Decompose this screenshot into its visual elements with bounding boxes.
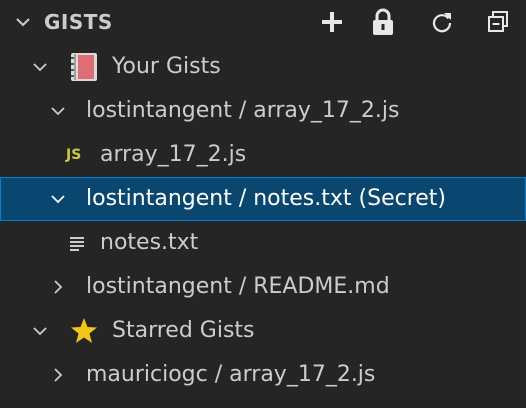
tree-item-gist-selected[interactable]: lostintangent / notes.txt (Secret) xyxy=(0,177,526,221)
refresh-icon xyxy=(432,13,452,33)
javascript-file-icon: JS xyxy=(66,147,82,163)
chevron-down-icon[interactable] xyxy=(48,189,68,209)
lock-icon xyxy=(373,8,393,35)
tree-item-gist[interactable]: mauriciogc / array_17_2.js xyxy=(0,353,526,397)
tree-item-label: array_17_2.js xyxy=(100,142,247,167)
gists-panel: GISTS Your Gists lostintangent / array_1… xyxy=(0,0,526,408)
tree-item-your-gists[interactable]: Your Gists xyxy=(0,45,526,89)
panel-title: GISTS xyxy=(44,10,113,34)
star-icon xyxy=(71,318,97,343)
collapse-all-button[interactable] xyxy=(484,8,512,36)
tree-item-label: lostintangent / array_17_2.js xyxy=(86,98,400,123)
tree-item-label: notes.txt xyxy=(100,230,199,255)
refresh-button[interactable] xyxy=(428,8,456,36)
plus-icon xyxy=(322,12,342,32)
chevron-down-icon[interactable] xyxy=(48,101,68,121)
tree-item-label: mauriciogc / array_17_2.js xyxy=(86,362,376,387)
tree-item-file[interactable]: JS array_17_2.js xyxy=(0,133,526,177)
new-gist-button[interactable] xyxy=(318,8,346,36)
collapse-all-icon xyxy=(488,11,508,32)
tree-item-label: Starred Gists xyxy=(112,318,255,343)
chevron-right-icon[interactable] xyxy=(48,365,68,385)
tree-item-label: Your Gists xyxy=(112,54,221,79)
text-file-icon xyxy=(70,237,84,251)
chevron-down-icon[interactable] xyxy=(13,12,33,32)
tree-item-gist[interactable]: lostintangent / README.md xyxy=(0,265,526,309)
tree-item-file[interactable]: notes.txt xyxy=(0,221,526,265)
chevron-down-icon[interactable] xyxy=(30,321,50,341)
tree-item-label: lostintangent / notes.txt (Secret) xyxy=(86,186,447,211)
gists-panel-header[interactable]: GISTS xyxy=(0,0,526,44)
chevron-down-icon[interactable] xyxy=(30,57,50,77)
tree-item-gist[interactable]: lostintangent / array_17_2.js xyxy=(0,89,526,133)
notebook-icon xyxy=(71,53,97,81)
new-secret-gist-button[interactable] xyxy=(369,8,397,36)
tree-item-starred-gists[interactable]: Starred Gists xyxy=(0,309,526,353)
chevron-right-icon[interactable] xyxy=(48,277,68,297)
tree-item-label: lostintangent / README.md xyxy=(86,274,390,299)
